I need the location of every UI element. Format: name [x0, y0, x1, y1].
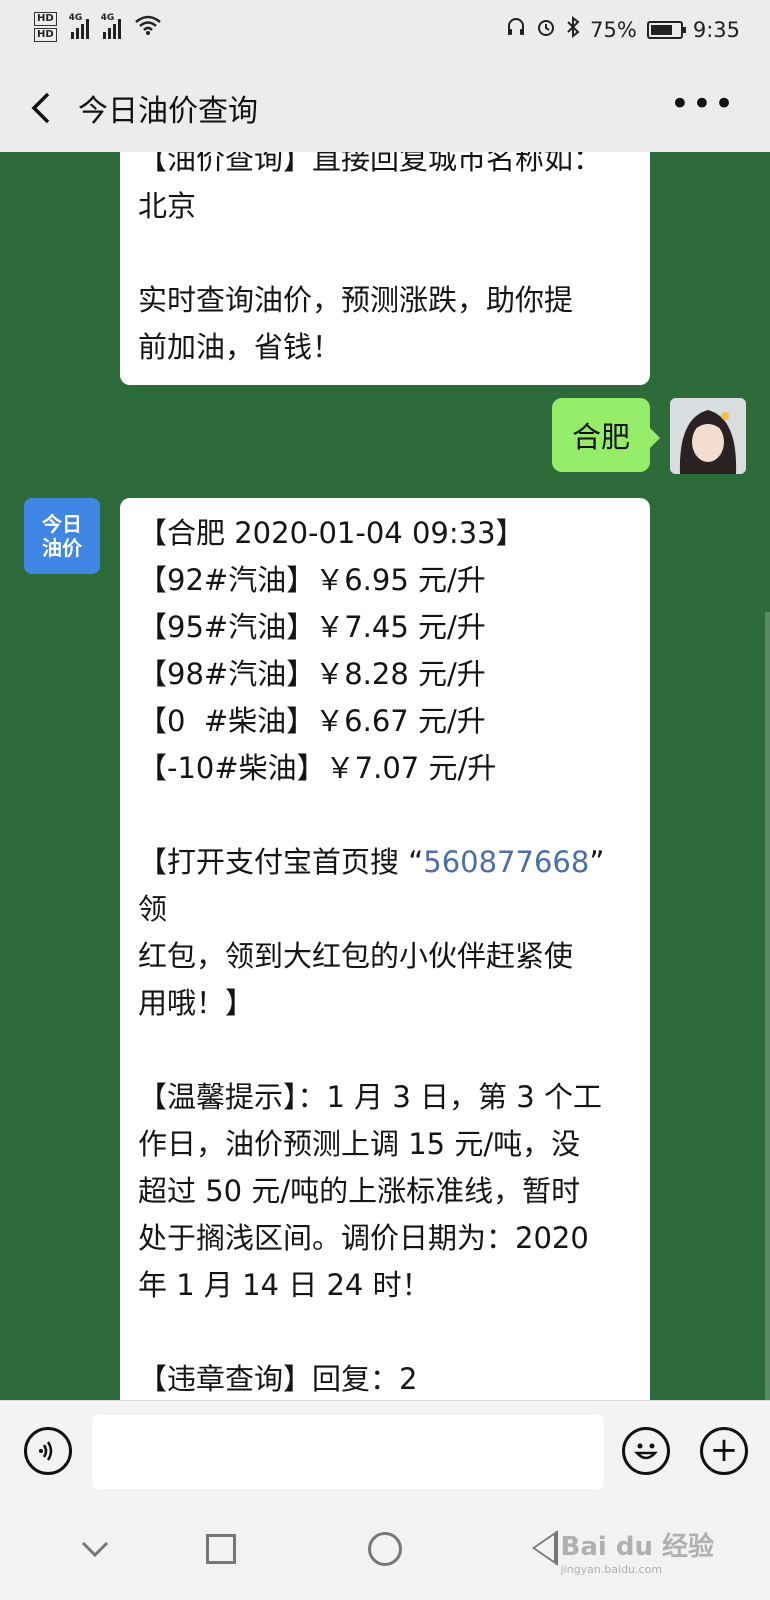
tip-line-3: 超过 50 元/吨的上涨标准线，暂时 [138, 1174, 581, 1208]
chevron-down-icon[interactable] [80, 1528, 110, 1568]
back-triangle-icon[interactable] [532, 1530, 558, 1566]
intro-line-2: 北京 [138, 189, 197, 223]
back-arrow-icon[interactable] [26, 88, 66, 128]
price-row: 【95#汽油】￥7.45 元/升 [138, 610, 486, 644]
tip-line-4: 处于搁浅区间。调价日期为：2020 [138, 1221, 589, 1255]
intro-line-3: 实时查询油价，预测涨跌，助你提 [138, 283, 574, 317]
intro-line-4: 前加油，省钱！ [138, 330, 342, 364]
tip-line-5: 年 1 月 14 日 24 时！ [138, 1268, 431, 1302]
alarm-icon [536, 17, 556, 42]
user-avatar[interactable] [670, 398, 746, 474]
network-type-1: 4G [68, 13, 83, 23]
price-row: 【92#汽油】￥6.95 元/升 [138, 563, 486, 597]
message-input[interactable] [92, 1415, 604, 1489]
home-icon[interactable] [368, 1532, 402, 1566]
reply-header: 【合肥 2020-01-04 09:33】 [138, 516, 525, 550]
battery-percent: 75% [590, 17, 637, 42]
tip-line-2: 作日，油价预测上调 15 元/吨，没 [138, 1127, 581, 1161]
hd-label-1: HD [34, 12, 57, 26]
more-options-icon[interactable]: ••• [670, 84, 736, 124]
price-row: 【0 #柴油】￥6.67 元/升 [138, 704, 486, 738]
title-bar: 今日油价查询 ••• [0, 62, 770, 152]
price-row: 【-10#柴油】￥7.07 元/升 [138, 751, 497, 785]
promo-line-1: 【打开支付宝首页搜 “560877668” 领 [138, 839, 632, 933]
bot-intro-bubble: 【油价查询】直接回复城市名称如： 北京 实时查询油价，预测涨跌，助你提 前加油，… [120, 152, 650, 385]
emoji-icon[interactable] [622, 1427, 670, 1475]
plus-icon[interactable]: + [700, 1427, 748, 1475]
watermark-text: Bai du 经验 [560, 1532, 715, 1562]
bot-avatar-line-1: 今日 [42, 512, 82, 536]
recent-apps-icon[interactable] [206, 1534, 236, 1564]
tip-line-1: 【温馨提示】：1 月 3 日，第 3 个工 [138, 1080, 602, 1114]
bot-avatar-line-2: 油价 [42, 536, 82, 560]
watermark-logo: Bai du 经验 jingyan.baidu.com [561, 1526, 715, 1576]
status-bar: HD HD 4G 4G 75% 9:35 [0, 0, 770, 62]
bot-reply-bubble: 【合肥 2020-01-04 09:33】 【92#汽油】￥6.95 元/升 【… [120, 498, 650, 1400]
system-nav-bar: Bai du 经验 jingyan.baidu.com [0, 1500, 770, 1600]
promo-line-2: 红包，领到大红包的小伙伴赶紧使 [138, 939, 574, 973]
promo-prefix: 【打开支付宝首页搜 “ [138, 845, 424, 879]
voice-input-icon[interactable] [24, 1427, 72, 1475]
violation-line: 【违章查询】回复：2 [138, 1362, 418, 1396]
promo-line-3: 用哦！】 [138, 986, 255, 1020]
page-title: 今日油价查询 [78, 94, 258, 129]
wifi-icon [134, 15, 161, 40]
headset-icon [506, 17, 526, 42]
intro-line-1: 【油价查询】直接回复城市名称如： [138, 152, 603, 176]
signal-icon: 4G [68, 13, 89, 39]
user-message-bubble[interactable]: 合肥 [552, 398, 661, 472]
input-bar: + [0, 1400, 770, 1501]
chat-area[interactable]: 【油价查询】直接回复城市名称如： 北京 实时查询油价，预测涨跌，助你提 前加油，… [0, 152, 770, 1400]
network-type-2: 4G [100, 13, 115, 23]
signal-icon-2: 4G [100, 13, 121, 39]
promo-code-link[interactable]: 560877668 [423, 845, 589, 879]
price-row: 【98#汽油】￥8.28 元/升 [138, 657, 486, 691]
hd-indicator: HD HD [34, 12, 57, 42]
bot-avatar[interactable]: 今日 油价 [24, 498, 100, 574]
battery-icon [646, 20, 686, 39]
scrollbar[interactable] [765, 612, 770, 1400]
bluetooth-icon [566, 15, 580, 43]
watermark-sub: jingyan.baidu.com [560, 1563, 663, 1576]
hd-label-2: HD [34, 28, 57, 42]
clock: 9:35 [692, 17, 740, 42]
